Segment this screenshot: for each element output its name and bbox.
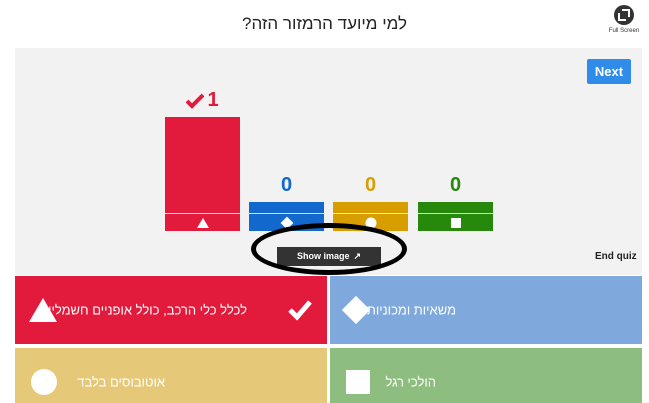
end-quiz-link[interactable]: End quiz [595, 251, 637, 262]
circle-icon [31, 369, 57, 395]
result-shape-blue [249, 213, 324, 231]
result-count-yellow: 0 [364, 174, 377, 196]
result-shape-red [165, 213, 240, 231]
answer-text-blue: משאיות ומכוניות [366, 302, 456, 318]
top-bar: למי מיועד הרמזור הזה? Full Screen [0, 0, 649, 48]
answer-text-green: הולכי רגל [385, 374, 436, 390]
diamond-icon [341, 295, 371, 325]
result-count-green: 0 [449, 174, 462, 196]
result-bar-fill-green [418, 202, 493, 231]
diamond-icon [280, 216, 293, 229]
result-bar-blue: 0 [249, 175, 324, 231]
answer-option-red[interactable]: לכלל כלי הרכב, כולל אופניים חשמליים [15, 276, 327, 344]
results-stage: Next 1 0 0 0 Show image ↗ End quiz [15, 48, 642, 275]
result-shape-yellow [333, 213, 408, 231]
fullscreen-icon [614, 5, 634, 25]
answer-text-red: לכלל כלי הרכב, כולל אופניים חשמליים [39, 302, 247, 318]
answer-grid: לכלל כלי הרכב, כולל אופניים חשמליים משאי… [15, 276, 642, 403]
result-bar-fill-blue [249, 202, 324, 231]
triangle-icon [196, 217, 209, 228]
result-count-red: 1 [165, 90, 240, 110]
square-icon [346, 370, 370, 394]
square-icon [450, 217, 461, 228]
show-image-button[interactable]: Show image ↗ [277, 247, 381, 266]
answer-option-yellow[interactable]: אוטובוסים בלבד [15, 348, 327, 403]
external-link-icon: ↗ [353, 251, 362, 261]
fullscreen-label: Full Screen [608, 28, 640, 34]
result-bar-green: 0 [418, 175, 493, 231]
answer-option-blue[interactable]: משאיות ומכוניות [330, 276, 642, 344]
result-shape-green [418, 213, 493, 231]
show-image-label: Show image [296, 251, 350, 261]
next-button[interactable]: Next [587, 59, 631, 84]
check-icon [186, 93, 205, 109]
circle-icon [365, 217, 376, 228]
fullscreen-button[interactable]: Full Screen [606, 5, 642, 41]
check-icon [288, 300, 312, 321]
question-title: למי מיועד הרמזור הזה? [242, 14, 407, 33]
result-bar-fill-red [165, 117, 240, 231]
result-bar-fill-yellow [333, 202, 408, 231]
answer-option-green[interactable]: הולכי רגל [330, 348, 642, 403]
result-bar-yellow: 0 [333, 175, 408, 231]
answer-text-yellow: אוטובוסים בלבד [77, 374, 165, 390]
result-bar-red: 1 [165, 90, 240, 231]
result-count-blue: 0 [280, 174, 293, 196]
